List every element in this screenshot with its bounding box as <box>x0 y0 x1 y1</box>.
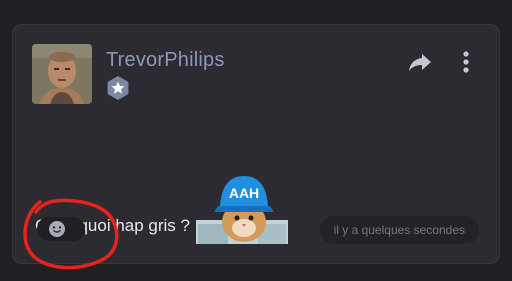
page: TrevorPhilips C’est quoi hap gris ? AAH … <box>0 0 512 281</box>
smiley-face-icon <box>49 221 65 237</box>
share-arrow-icon[interactable] <box>407 49 433 75</box>
user-avatar[interactable] <box>32 44 92 104</box>
avatar-image <box>32 44 92 104</box>
cat-sticker-image: AAH <box>195 176 288 244</box>
star-badge-icon <box>107 76 129 100</box>
post-card: TrevorPhilips C’est quoi hap gris ? AAH … <box>12 24 500 264</box>
add-reaction-button[interactable] <box>37 217 85 241</box>
author-username[interactable]: TrevorPhilips <box>106 49 225 72</box>
more-vertical-icon[interactable] <box>459 49 473 75</box>
post-timestamp: il y a quelques secondes <box>319 216 479 244</box>
sticker-hat-text: AAH <box>229 185 259 201</box>
